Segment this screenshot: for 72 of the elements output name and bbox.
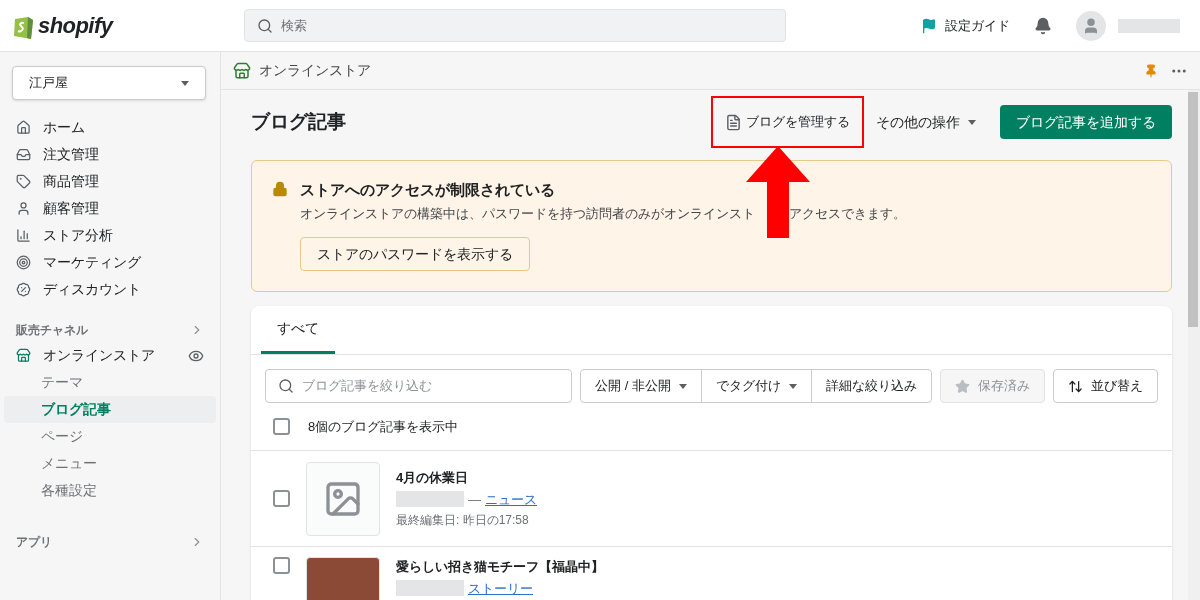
inbox-icon [16, 147, 31, 162]
search-icon [278, 378, 294, 394]
last-edited: 最終編集日: 昨日の17:58 [396, 512, 530, 529]
nav-item[interactable]: オンラインストア [16, 345, 155, 366]
home-icon [16, 120, 31, 135]
filter-field[interactable]: ブログ記事を絞り込む [265, 369, 573, 403]
nav-subitem[interactable]: 各種設定 [4, 477, 216, 504]
pin-icon[interactable] [1144, 63, 1158, 78]
redacted-author [396, 491, 464, 508]
store-icon [16, 348, 31, 363]
nav-item[interactable]: ディスカウント [12, 276, 208, 303]
article-title[interactable]: 4月の休業日 [396, 468, 537, 488]
document-icon [725, 113, 742, 131]
discount-icon [16, 282, 31, 297]
nav-item[interactable]: ホーム [12, 114, 208, 141]
show-password-button[interactable]: ストアのパスワードを表示する [300, 237, 530, 271]
page-title: ブログ記事 [251, 109, 346, 134]
nav-item[interactable]: マーケティング [12, 249, 208, 276]
nav-item[interactable]: 商品管理 [12, 168, 208, 195]
search-field[interactable]: 検索 [244, 9, 786, 42]
blog-link[interactable]: ストーリー [468, 578, 533, 598]
setup-guide-button[interactable]: 設定ガイド [921, 15, 1010, 36]
search-icon [257, 17, 273, 34]
store-icon [233, 61, 251, 80]
avatar[interactable] [1076, 10, 1106, 41]
store-select[interactable]: 江戸屋 [12, 66, 206, 100]
star-icon [955, 378, 970, 394]
separator: — [468, 490, 481, 509]
tag-icon [16, 174, 31, 189]
more-actions-button[interactable]: その他の操作 [876, 111, 976, 133]
saved-button: 保存済み [940, 369, 1045, 403]
banner-message: アクセスできます。 [789, 204, 906, 223]
scrollbar-thumb[interactable] [1188, 92, 1198, 327]
nav-item[interactable]: ストア分析 [12, 222, 208, 249]
filter-button[interactable]: 公開 / 非公開 [581, 370, 701, 402]
filter-button[interactable]: 詳細な絞り込み [811, 370, 931, 402]
sort-icon [1068, 378, 1083, 394]
add-article-button[interactable]: ブログ記事を追加する [1000, 105, 1172, 139]
article-title[interactable]: 愛らしい招き猫モチーフ【福晶中】 [396, 557, 604, 577]
notification-bell-icon[interactable] [1034, 16, 1052, 35]
article-count: 8個のブログ記事を表示中 [308, 417, 459, 436]
sort-button[interactable]: 並び替え [1053, 369, 1158, 403]
nav-subitem[interactable]: テーマ [4, 369, 216, 396]
caret-icon [968, 119, 976, 125]
search-input[interactable]: 検索 [281, 15, 773, 36]
redacted-name [1118, 18, 1180, 33]
caret-icon [181, 80, 189, 86]
target-icon [16, 255, 31, 270]
checkbox[interactable] [273, 418, 290, 435]
section-heading: アプリ [16, 534, 52, 551]
redacted-author [396, 580, 464, 597]
section-heading: 販売チャネル [16, 322, 88, 339]
banner-title: ストアへのアクセスが制限されている [300, 180, 556, 200]
lock-icon [272, 181, 288, 197]
banner-message: オンラインストアの構築中は、パスワードを持つ訪問者のみがオンラインスト [300, 204, 755, 223]
filter-button[interactable]: でタグ付け [701, 370, 811, 402]
blog-link[interactable]: ニュース [485, 489, 537, 509]
nav-subitem[interactable]: ページ [4, 423, 216, 450]
bar-chart-icon [16, 228, 31, 243]
checkbox[interactable] [273, 490, 290, 507]
nav-subitem[interactable]: ブログ記事 [4, 396, 216, 423]
breadcrumb: オンラインストア [259, 61, 371, 80]
nav-item[interactable]: 顧客管理 [12, 195, 208, 222]
checkbox[interactable] [273, 557, 290, 574]
nav-item[interactable]: 注文管理 [12, 141, 208, 168]
logo-text: shopify [38, 12, 113, 40]
flag-icon [921, 17, 937, 34]
manage-blogs-button[interactable]: ブログを管理する [725, 112, 850, 132]
nav-subitem[interactable]: メニュー [4, 450, 216, 477]
tab[interactable]: すべて [261, 306, 335, 354]
person-icon [16, 201, 31, 216]
filter-input[interactable]: ブログ記事を絞り込む [302, 376, 560, 396]
